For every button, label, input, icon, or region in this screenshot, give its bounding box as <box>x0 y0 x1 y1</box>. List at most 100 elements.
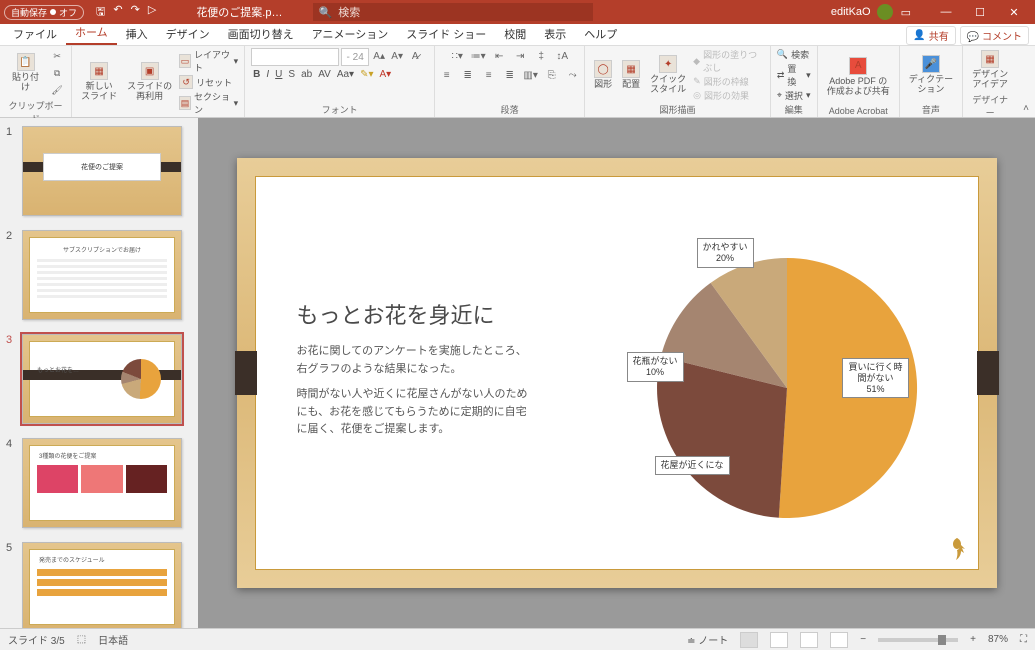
arrange-button[interactable]: ▦配置 <box>619 58 643 92</box>
tab-design[interactable]: デザイン <box>157 23 219 45</box>
grow-font-icon[interactable]: A▴ <box>371 48 387 64</box>
case-button[interactable]: Aa▾ <box>337 69 354 80</box>
font-size-combo[interactable]: - 24 <box>341 48 369 66</box>
autosave-toggle[interactable]: 自動保存 オフ <box>4 5 84 20</box>
align-text-icon[interactable]: ⎘ <box>544 67 560 83</box>
sorter-view-button[interactable] <box>770 632 788 648</box>
tab-view[interactable]: 表示 <box>535 23 575 45</box>
tab-animations[interactable]: アニメーション <box>303 23 398 45</box>
share-button[interactable]: 👤共有 <box>906 26 955 45</box>
align-right-icon[interactable]: ≡ <box>481 67 497 83</box>
indent-inc-icon[interactable]: ⇥ <box>512 48 528 64</box>
reset-button[interactable]: ↺リセット <box>179 75 238 89</box>
layout-button[interactable]: ▭レイアウト ▾ <box>179 48 238 74</box>
align-center-icon[interactable]: ≣ <box>460 67 476 83</box>
tab-insert[interactable]: 挿入 <box>117 23 157 45</box>
slide-canvas[interactable]: もっとお花を身近に お花に関してのアンケートを実施したところ、右グラフのような結… <box>237 158 997 588</box>
pie-chart[interactable]: 買いに行く時間がない51% かれやすい20% 花瓶がない10% 花屋が近くにな <box>637 238 937 538</box>
align-left-icon[interactable]: ≡ <box>439 67 455 83</box>
numbering-icon[interactable]: ≔▾ <box>470 48 486 64</box>
tab-help[interactable]: ヘルプ <box>575 23 626 45</box>
close-button[interactable]: ✕ <box>997 6 1031 19</box>
group-voice: 🎤ディクテーション 音声 <box>900 46 963 117</box>
shape-fill-button[interactable]: ◆ 図形の塗りつぶし <box>693 48 764 74</box>
justify-icon[interactable]: ≣ <box>502 67 518 83</box>
slide-title[interactable]: もっとお花を身近に <box>297 298 495 330</box>
group-font: - 24 A▴ A▾ A̷ B I U S ab AV Aa▾ ✎▾ A▾ フォ… <box>245 46 435 117</box>
italic-button[interactable]: I <box>266 69 269 80</box>
shadow-button[interactable]: ab <box>301 69 312 80</box>
section-button[interactable]: ▤セクション ▾ <box>179 90 238 116</box>
thumbnail-2[interactable]: サブスクリプションでお届け <box>22 230 182 320</box>
status-bar: スライド 3/5 ⬚ 日本語 ≐ ノート − + 87% ⛶ <box>0 628 1035 650</box>
columns-icon[interactable]: ▥▾ <box>523 67 539 83</box>
bullets-icon[interactable]: ∷▾ <box>449 48 465 64</box>
account-button[interactable]: editKaO <box>831 4 893 20</box>
smartart-icon[interactable]: ⤳ <box>565 67 581 83</box>
indent-dec-icon[interactable]: ⇤ <box>491 48 507 64</box>
comments-button[interactable]: 💬 コメント <box>960 26 1029 45</box>
thumbnail-4[interactable]: 3種類の花便をご提案 <box>22 438 182 528</box>
zoom-in-button[interactable]: + <box>970 634 976 645</box>
tab-home[interactable]: ホーム <box>66 21 117 45</box>
font-family-combo[interactable] <box>251 48 339 66</box>
format-painter-icon[interactable]: 🖌 <box>49 82 65 98</box>
find-button[interactable]: 🔍 検索 <box>777 48 811 61</box>
bold-button[interactable]: B <box>253 69 260 80</box>
shrink-font-icon[interactable]: A▾ <box>389 48 405 64</box>
spellcheck-icon[interactable]: ⬚ <box>77 634 86 645</box>
reuse-slides-button[interactable]: ▣スライドの再利用 <box>124 60 175 104</box>
thumbnail-1[interactable]: 花便のご提案 <box>22 126 182 216</box>
text-direction-icon[interactable]: ↕A <box>554 48 570 64</box>
zoom-slider[interactable] <box>878 638 958 642</box>
tab-review[interactable]: 校閲 <box>495 23 535 45</box>
shapes-button[interactable]: ◯図形 <box>591 58 615 92</box>
redo-icon[interactable]: ↷ <box>131 3 140 22</box>
adobe-pdf-button[interactable]: AAdobe PDF の作成および共有 <box>824 55 893 99</box>
language-indicator[interactable]: 日本語 <box>98 632 128 647</box>
line-spacing-icon[interactable]: ‡ <box>533 48 549 64</box>
minimize-button[interactable]: — <box>929 6 963 19</box>
strike-button[interactable]: S <box>288 69 295 80</box>
font-color-icon[interactable]: A▾ <box>379 69 391 80</box>
fit-to-window-button[interactable]: ⛶ <box>1020 634 1027 645</box>
shape-effects-button[interactable]: ◎ 図形の効果 <box>693 89 764 102</box>
shape-outline-button[interactable]: ✎ 図形の枠線 <box>693 75 764 88</box>
highlight-icon[interactable]: ✎▾ <box>360 69 373 80</box>
maximize-button[interactable]: ☐ <box>963 6 997 19</box>
save-icon[interactable]: 🖫 <box>96 3 105 22</box>
thumbnail-3[interactable]: もっとお花を… <box>22 334 182 424</box>
ribbon-display-icon[interactable]: ▭ <box>901 6 911 19</box>
slide-editor[interactable]: もっとお花を身近に お花に関してのアンケートを実施したところ、右グラフのような結… <box>198 118 1035 628</box>
tab-file[interactable]: ファイル <box>4 23 66 45</box>
collapse-ribbon-icon[interactable]: ˄ <box>1017 100 1035 117</box>
underline-button[interactable]: U <box>275 69 282 80</box>
paste-button[interactable]: 📋貼り付け <box>6 51 45 95</box>
new-slide-button[interactable]: ▦新しいスライド <box>78 60 120 104</box>
select-button[interactable]: ⌖ 選択 ▾ <box>777 89 811 102</box>
notes-button[interactable]: ≐ ノート <box>687 632 728 647</box>
quick-styles-button[interactable]: ✦クイックスタイル <box>647 53 689 97</box>
clear-format-icon[interactable]: A̷ <box>407 48 423 64</box>
spacing-button[interactable]: AV <box>318 69 331 80</box>
design-ideas-button[interactable]: ▦デザインアイデア <box>969 48 1011 92</box>
copy-icon[interactable]: ⧉ <box>49 65 65 81</box>
rose-icon <box>947 536 967 562</box>
zoom-level[interactable]: 87% <box>988 634 1008 645</box>
replace-button[interactable]: ⇄ 置換 ▾ <box>777 62 811 88</box>
slideshow-view-button[interactable] <box>830 632 848 648</box>
search-box[interactable]: 🔍 検索 <box>313 3 593 21</box>
zoom-out-button[interactable]: − <box>860 634 866 645</box>
tab-transitions[interactable]: 画面切り替え <box>219 23 303 45</box>
search-icon: 🔍 <box>319 6 333 19</box>
thumbnail-5[interactable]: 発売までのスケジュール <box>22 542 182 628</box>
cut-icon[interactable]: ✂ <box>49 48 65 64</box>
slide-thumbnail-panel[interactable]: 1 花便のご提案 2 サブスクリプションでお届け 3 もっとお花を… 4 <box>0 118 198 628</box>
tab-slideshow[interactable]: スライド ショー <box>397 23 495 45</box>
dictate-button[interactable]: 🎤ディクテーション <box>906 53 956 97</box>
undo-icon[interactable]: ↶ <box>113 3 122 22</box>
slide-body-text[interactable]: お花に関してのアンケートを実施したところ、右グラフのような結果になった。 時間が… <box>297 343 537 439</box>
reading-view-button[interactable] <box>800 632 818 648</box>
start-slideshow-icon[interactable]: ▷ <box>148 3 156 22</box>
normal-view-button[interactable] <box>740 632 758 648</box>
